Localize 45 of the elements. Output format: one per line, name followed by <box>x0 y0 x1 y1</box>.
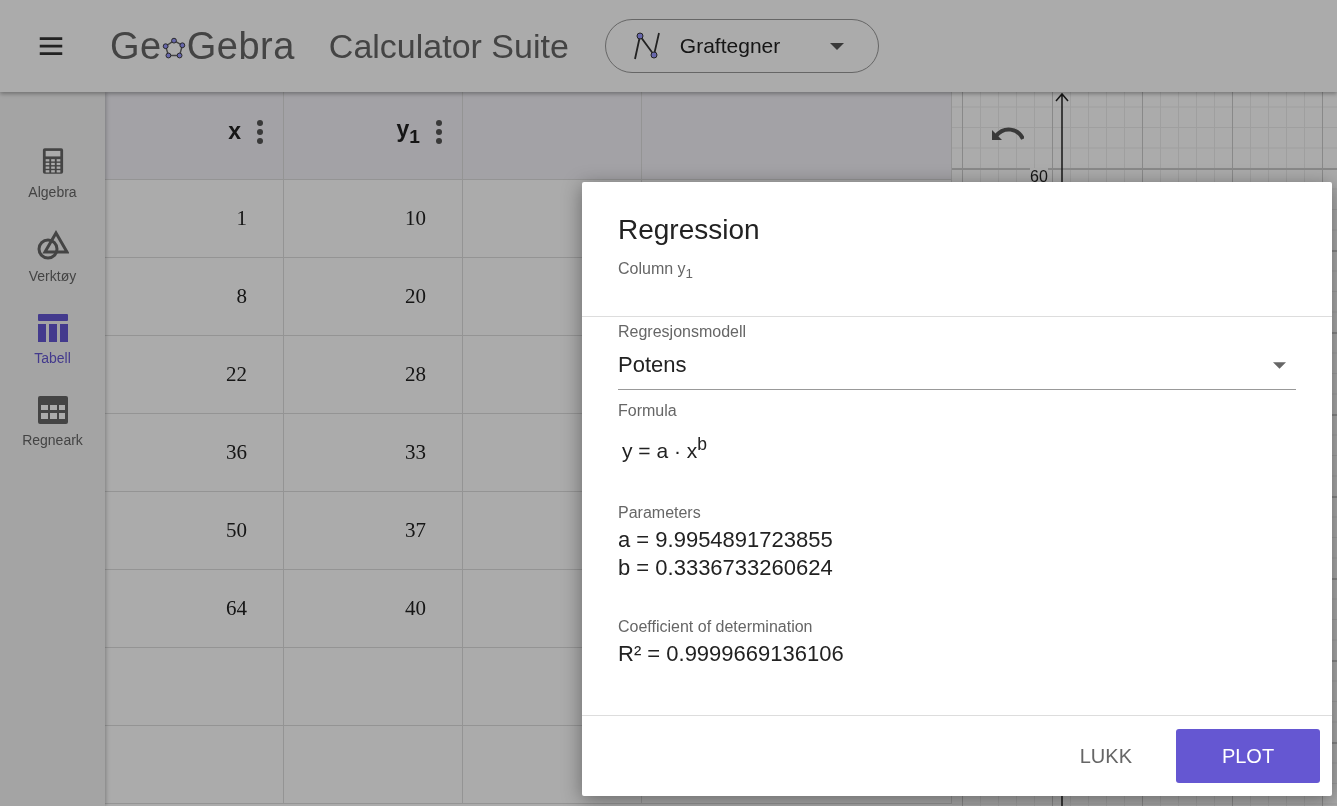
more-options-icon[interactable] <box>436 119 442 144</box>
table-cell: 50 <box>226 518 247 543</box>
logo-text: Ge <box>110 24 162 68</box>
shapes-icon <box>36 230 69 260</box>
table-cell: 10 <box>405 206 426 231</box>
caret-icon <box>829 42 844 50</box>
sidebar-item[interactable]: Algebra <box>0 146 105 200</box>
field-label: Coefficient of determination <box>618 618 814 636</box>
table-cell: 36 <box>226 440 247 465</box>
table-cell: 20 <box>405 284 426 309</box>
dialog-subtitle: Column y$_{1}$ <box>618 260 694 282</box>
model-dropdown[interactable]: Potens <box>618 341 1296 390</box>
table-cell: 28 <box>405 362 426 387</box>
calculator-icon <box>41 146 64 176</box>
parameter-value: a = 9.9954891723855 <box>618 526 834 554</box>
close-button[interactable]: LUKK <box>1045 729 1166 783</box>
coefficient-value: R² = 0.9999669136106 <box>618 640 845 668</box>
table-cell: 8 <box>236 284 247 309</box>
sidebar-item[interactable]: Tabell <box>0 314 105 366</box>
field-label: Parameters <box>618 504 702 522</box>
suite-title: Calculator Suite <box>328 26 569 66</box>
plot-button[interactable]: PLOT <box>1176 729 1320 783</box>
sidebar-item[interactable]: Verktøy <box>0 230 105 284</box>
app-switcher[interactable]: Graftegner <box>604 19 879 73</box>
table-cell: 40 <box>405 596 426 621</box>
graph-icon <box>631 31 662 61</box>
table-cell: 1 <box>236 206 247 231</box>
sidebar-item[interactable]: Regneark <box>0 396 105 448</box>
more-options-icon[interactable] <box>257 119 263 144</box>
table-cell: 33 <box>405 440 426 465</box>
table-icon <box>37 314 68 342</box>
formula: y = a · x$^{b}$ <box>621 433 708 464</box>
field-label: Formula <box>618 402 678 420</box>
logo-text: Gebra <box>186 24 295 68</box>
spreadsheet-icon <box>37 396 68 424</box>
dialog-title: Regression <box>618 214 761 246</box>
table-cell: 22 <box>226 362 247 387</box>
table-cell: 37 <box>405 518 426 543</box>
column-header: x <box>228 118 241 145</box>
caret-icon <box>1273 361 1286 369</box>
field-label: Regresjonsmodell <box>618 323 748 341</box>
column-header: y$_{1}$ <box>396 115 420 148</box>
table-cell: 64 <box>226 596 247 621</box>
pentagon-icon <box>160 36 187 62</box>
parameter-value: b = 0.3336733260624 <box>618 554 834 582</box>
